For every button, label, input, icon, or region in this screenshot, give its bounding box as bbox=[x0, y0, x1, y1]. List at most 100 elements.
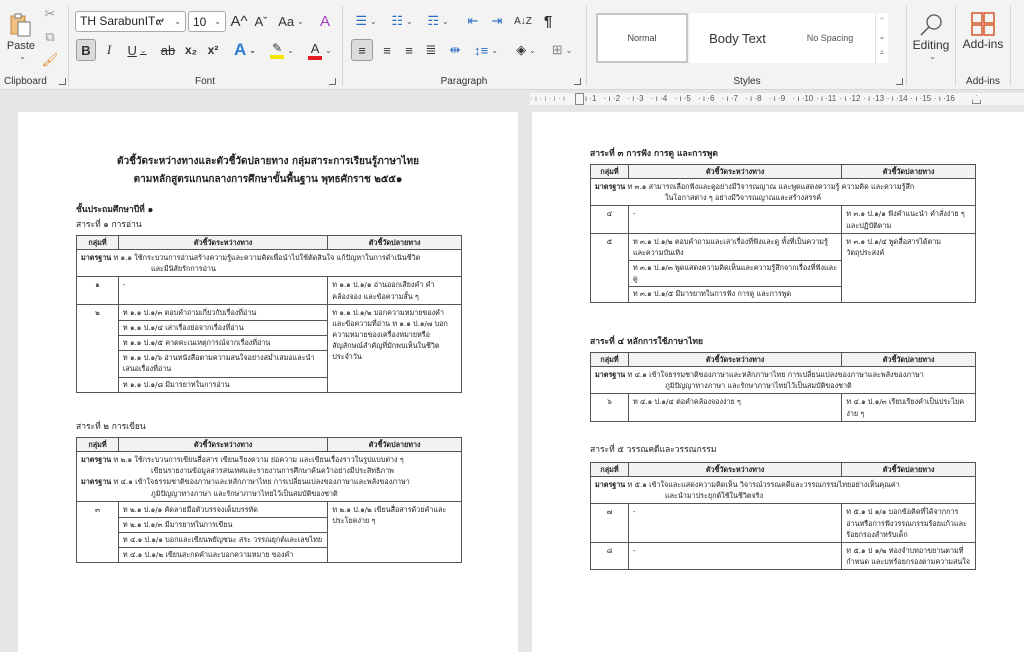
scroll-down-icon[interactable]: ⌄ bbox=[876, 29, 888, 45]
highlight-color-button[interactable]: ✎ ⌄ bbox=[266, 39, 298, 61]
strikethrough-button[interactable]: ab bbox=[158, 39, 178, 61]
style-normal[interactable]: Normal bbox=[596, 13, 688, 63]
clear-formatting-button[interactable]: A bbox=[315, 11, 335, 31]
divider bbox=[1010, 6, 1011, 86]
align-right-button[interactable]: ≡ bbox=[399, 39, 419, 61]
header-final: ตัวชี้วัดปลายทาง bbox=[841, 461, 976, 478]
editing-label: Editing bbox=[912, 37, 950, 52]
ruler-tick-label: · ı ·14 bbox=[886, 94, 908, 103]
align-center-button[interactable]: ≡ bbox=[377, 39, 397, 61]
header-group: กลุ่มที่ bbox=[76, 436, 119, 453]
font-size-select[interactable]: 10 ⌄ bbox=[188, 11, 226, 32]
style-body-text-label: Body Text bbox=[709, 30, 766, 46]
interim-cell: ท ๓.๑ ป.๑/๒ ตอบคำถามและเล่าเรื่องที่ฟังแ… bbox=[627, 232, 843, 303]
header-final: ตัวชี้วัดปลายทาง bbox=[327, 234, 462, 251]
addins-button[interactable]: Add-ins bbox=[960, 6, 1006, 56]
cut-button[interactable]: ✂ bbox=[42, 6, 58, 22]
paste-button[interactable]: Paste ⌄ bbox=[4, 6, 38, 66]
subscript-button[interactable]: x₂ bbox=[182, 39, 200, 61]
show-formatting-button[interactable]: ¶ bbox=[539, 11, 557, 31]
standard-cell: มาตรฐาน ท ๕.๑ เข้าใจและแสดงความคิดเห็น ว… bbox=[590, 476, 976, 505]
copy-button[interactable]: ⧉ bbox=[42, 29, 58, 45]
ruler-tick-label: · ı ·13 bbox=[863, 94, 885, 103]
header-final: ตัวชี้วัดปลายทาง bbox=[327, 436, 462, 453]
document-page-right[interactable]: สาระที่ ๓ การฟัง การดู และการพูด กลุ่มที… bbox=[532, 112, 1024, 652]
underline-icon: U bbox=[127, 42, 137, 58]
horizontal-ruler[interactable]: · ı · ı · ı · ı · ı ·1 · ı ·2 · ı ·3 · ı ·4 ·… bbox=[0, 90, 1024, 108]
final-cell: ท ๓.๑ ป.๑/๑ ฟังคำแนะนำ คำสั่งง่าย ๆ และป… bbox=[841, 205, 976, 234]
borders-button[interactable]: ⊞ ⌄ bbox=[547, 39, 577, 61]
header-group: กลุ่มที่ bbox=[590, 163, 629, 180]
align-left-button[interactable]: ≡ bbox=[351, 39, 373, 61]
chevron-down-icon: ⌄ bbox=[297, 16, 304, 26]
text-effects-button[interactable]: A ⌄ bbox=[230, 39, 260, 61]
table-header-row: กลุ่มที่ ตัวชี้วัดระหว่างทาง ตัวชี้วัดปล… bbox=[590, 461, 976, 478]
styles-launcher-icon[interactable] bbox=[896, 78, 903, 85]
decrease-indent-button[interactable]: ⇤ bbox=[463, 11, 483, 31]
line-spacing-icon: ↕≡ bbox=[474, 42, 489, 58]
section2-table: กลุ่มที่ ตัวชี้วัดระหว่างทาง ตัวชี้วัดปล… bbox=[76, 436, 462, 564]
format-painter-button[interactable]: 🖌 bbox=[42, 52, 59, 68]
interim-cell: ท ๒.๑ ป.๑/๑ คัดลายมือตัวบรรจงเต็มบรรทัด … bbox=[117, 500, 329, 564]
style-no-spacing[interactable]: No Spacing bbox=[785, 13, 875, 63]
scroll-up-icon[interactable]: ^ bbox=[876, 13, 888, 29]
chevron-down-icon: ⌄ bbox=[325, 45, 332, 55]
italic-button[interactable]: I bbox=[100, 39, 118, 61]
font-launcher-icon[interactable] bbox=[329, 78, 336, 85]
styles-scroll[interactable]: ^ ⌄ ⩡ bbox=[875, 13, 888, 63]
divider bbox=[68, 6, 69, 86]
standard-row: มาตรฐาน ท ๕.๑ เข้าใจและแสดงความคิดเห็น ว… bbox=[590, 476, 976, 505]
grow-font-button[interactable]: A^ bbox=[230, 11, 248, 31]
left-indent-marker[interactable] bbox=[575, 93, 584, 105]
numbering-button[interactable]: ☷ ⌄ bbox=[387, 11, 417, 31]
ruler-tick-label: · ı ·9 bbox=[768, 94, 786, 103]
increase-indent-icon: ⇥ bbox=[491, 13, 503, 28]
group-cell: ๘ bbox=[590, 541, 629, 571]
ruler-tick-label: · ı ·6 bbox=[697, 94, 715, 103]
sort-button[interactable]: A↓Z bbox=[513, 11, 533, 31]
superscript-button[interactable]: x² bbox=[204, 39, 222, 61]
group-cell: ๑ bbox=[76, 276, 119, 305]
standard-label: มาตรฐาน bbox=[595, 182, 626, 192]
multilevel-list-icon: ☶ bbox=[427, 13, 439, 28]
chevron-down-icon: ⌄ bbox=[929, 51, 936, 61]
final-cell: ท ๒.๑ ป.๑/๒ เขียนสื่อสารด้วยคำและประโยคง… bbox=[327, 500, 462, 564]
style-no-spacing-label: No Spacing bbox=[806, 33, 854, 43]
change-case-button[interactable]: Aa ⌄ bbox=[277, 11, 305, 31]
numbering-icon: ☷ bbox=[391, 13, 403, 28]
interim-item: ท ๑.๑ ป.๑/๖ อ่านหนังสือตามความสนใจอย่างส… bbox=[118, 350, 328, 374]
font-color-button[interactable]: A ⌄ bbox=[304, 39, 336, 61]
align-right-icon: ≡ bbox=[405, 42, 413, 58]
ruler-strip[interactable]: · ı · ı · ı · ı · ı ·1 · ı ·2 · ı ·3 · ı ·4 ·… bbox=[530, 93, 1024, 105]
document-page-left[interactable]: ตัวชี้วัดระหว่างทางและตัวชี้วัดปลายทาง ก… bbox=[18, 112, 518, 652]
ruler-ticks: · ı ·1 · ı ·2 · ı ·3 · ı ·4 · ı ·5 · ı ·6 · ı … bbox=[580, 94, 958, 103]
thai-distributed-button[interactable]: ⇹ bbox=[445, 39, 465, 61]
grade-heading: ชั้นประถมศึกษาปีที่ ๑ bbox=[76, 205, 154, 215]
chevron-down-icon: ⌄ bbox=[214, 17, 221, 26]
more-styles-icon[interactable]: ⩡ bbox=[876, 45, 888, 61]
paragraph-launcher-icon[interactable] bbox=[574, 78, 581, 85]
standard-cell: มาตรฐาน ท ๔.๑ เข้าใจธรรมชาติของภาษาและหล… bbox=[590, 366, 976, 395]
shading-button[interactable]: ◈ ⌄ bbox=[511, 39, 541, 61]
shrink-font-button[interactable]: Aˇ bbox=[252, 11, 270, 31]
font-family-select[interactable]: TH SarabunIT๙ ⌄ bbox=[75, 11, 186, 32]
bold-button[interactable]: B bbox=[76, 39, 96, 61]
justify-icon: ≣ bbox=[425, 42, 437, 57]
standard-text: ท ๔.๑ เข้าใจธรรมชาติของภาษาและหลักภาษาไท… bbox=[627, 370, 924, 380]
bullets-button[interactable]: ☰ ⌄ bbox=[351, 11, 381, 31]
increase-indent-button[interactable]: ⇥ bbox=[487, 11, 507, 31]
font-color-swatch bbox=[308, 55, 323, 60]
distributed-icon: ⇹ bbox=[449, 42, 461, 57]
addins-group: Add-ins Add-ins bbox=[956, 0, 1010, 90]
justify-button[interactable]: ≣ bbox=[421, 39, 441, 61]
line-spacing-button[interactable]: ↕≡ ⌄ bbox=[471, 39, 501, 61]
underline-button[interactable]: U ⌄ bbox=[122, 39, 152, 61]
standard-row: มาตรฐาน ท ๔.๑ เข้าใจธรรมชาติของภาษาและหล… bbox=[590, 366, 976, 395]
multilevel-list-button[interactable]: ☶ ⌄ bbox=[423, 11, 453, 31]
clipboard-launcher-icon[interactable] bbox=[59, 78, 66, 85]
standard-cell: มาตรฐาน ท ๓.๑ สามารถเลือกฟังและดูอย่างมี… bbox=[590, 178, 976, 207]
font-size-value: 10 bbox=[193, 14, 207, 29]
style-body-text[interactable]: Body Text bbox=[690, 13, 785, 63]
pilcrow-icon: ¶ bbox=[543, 12, 553, 30]
editing-button[interactable]: Editing ⌄ bbox=[909, 6, 953, 66]
